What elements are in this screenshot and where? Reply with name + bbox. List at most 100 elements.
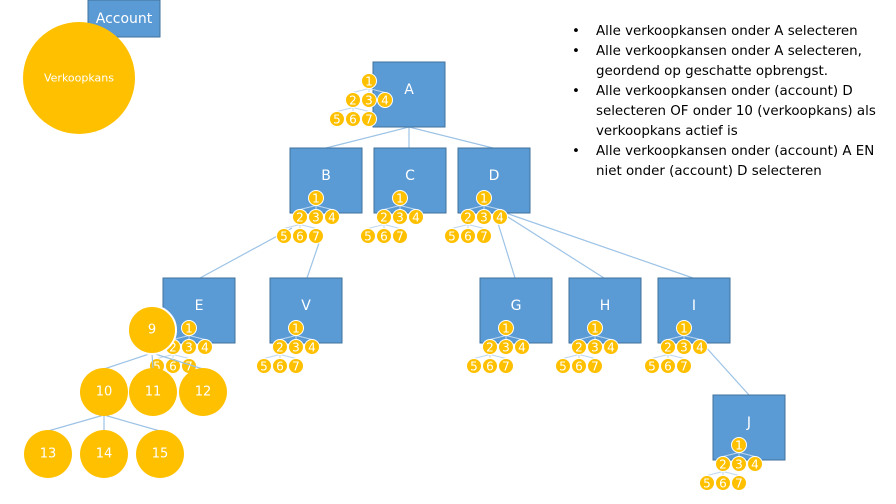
opportunity-edge: [562, 354, 580, 359]
opportunity-label: 3: [292, 341, 300, 355]
opportunity-label: 6: [464, 230, 472, 244]
opportunity-edge: [279, 354, 297, 359]
opportunity-edge-10-15: [103, 414, 161, 432]
opportunity-edge: [489, 354, 507, 359]
opportunity-label: 9: [148, 323, 156, 338]
opportunity-edge-9-10: [103, 352, 153, 370]
opportunity-edge: [299, 224, 317, 229]
opportunity-label: 2: [349, 94, 357, 108]
opportunity-label: 4: [607, 341, 615, 355]
opportunity-edge: [722, 471, 740, 476]
edge-D-G: [496, 219, 516, 279]
account-node-d: D12 3 4 5 6 7: [444, 147, 531, 244]
edge-D-I: [496, 209, 694, 279]
opportunity-label: 6: [486, 360, 494, 374]
account-label: B: [321, 168, 331, 184]
opportunity-label: 10: [96, 385, 113, 400]
opportunity-edge: [651, 354, 669, 359]
opportunity-label: 4: [696, 341, 704, 355]
query-example: Alle verkoopkansen onder A selecteren: [566, 22, 886, 42]
opportunity-label: 4: [381, 94, 389, 108]
account-label: D: [489, 168, 500, 184]
opportunity-edge: [283, 224, 301, 229]
opportunity-label: 2: [296, 211, 304, 225]
opportunity-edge: [172, 354, 190, 359]
opportunity-label: 1: [680, 322, 688, 336]
opportunity-label: 3: [735, 458, 743, 472]
opportunity-label: 6: [169, 360, 177, 374]
edge-D-H: [496, 209, 605, 279]
account-node-h: H12 3 4 5 6 7: [555, 277, 642, 374]
opportunity-edge: [473, 354, 491, 359]
opportunity-label: 4: [518, 341, 526, 355]
opportunity-label: 5: [333, 113, 341, 127]
account-label: I: [692, 298, 696, 314]
opportunity-edge: [578, 354, 596, 359]
opportunity-label: 5: [448, 230, 456, 244]
opportunity-label: 1: [365, 75, 373, 89]
opportunity-edge: [352, 107, 370, 112]
opportunity-label: 2: [464, 211, 472, 225]
opportunity-edge: [352, 88, 370, 93]
opportunity-label: 15: [152, 447, 169, 462]
account-label: V: [301, 298, 311, 314]
opportunity-label: 3: [365, 94, 373, 108]
opportunity-label: 7: [365, 113, 373, 127]
opportunity-label: 13: [40, 447, 57, 462]
opportunity-label: 6: [276, 360, 284, 374]
opportunity-label: 1: [185, 322, 193, 336]
account-label: H: [600, 298, 611, 314]
opportunity-label: 5: [470, 360, 478, 374]
query-example: Alle verkoopkansen onder (account) A EN …: [566, 142, 886, 182]
query-examples-list: Alle verkoopkansen onder A selecteren Al…: [566, 22, 886, 182]
opportunity-edge: [667, 354, 685, 359]
edge-B-V: [306, 242, 320, 279]
opportunity-label: 3: [680, 341, 688, 355]
opportunity-label: 5: [280, 230, 288, 244]
opportunity-label: 3: [591, 341, 599, 355]
opportunity-label: 12: [195, 385, 212, 400]
legend-opportunity-label: Verkoopkans: [44, 72, 114, 85]
opportunity-label: 1: [480, 192, 488, 206]
opportunity-label: 7: [292, 360, 300, 374]
opportunity-edge: [706, 471, 724, 476]
opportunity-label: 2: [380, 211, 388, 225]
opportunity-label: 7: [591, 360, 599, 374]
opportunity-label: 3: [185, 341, 193, 355]
account-label: A: [404, 82, 414, 98]
opportunity-label: 5: [703, 477, 711, 491]
opportunity-edge: [336, 107, 354, 112]
opportunity-label: 7: [396, 230, 404, 244]
query-example: Alle verkoopkansen onder (account) D sel…: [566, 82, 886, 142]
opportunity-label: 7: [502, 360, 510, 374]
opportunity-label: 5: [364, 230, 372, 244]
opportunity-label: 6: [719, 477, 727, 491]
account-node-g: G12 3 4 5 6 7: [466, 277, 553, 374]
opportunity-label: 6: [349, 113, 357, 127]
opportunity-label: 5: [648, 360, 656, 374]
opportunity-label: 7: [680, 360, 688, 374]
opportunity-label: 4: [412, 211, 420, 225]
opportunity-label: 1: [312, 192, 320, 206]
edge-A-B: [325, 126, 410, 149]
opportunity-label: 14: [96, 447, 113, 462]
opportunity-label: 5: [260, 360, 268, 374]
opportunity-label: 11: [145, 385, 162, 400]
account-label: C: [405, 168, 415, 184]
opportunity-edge: [367, 224, 385, 229]
legend: Account Verkoopkans: [23, 0, 161, 134]
account-label: G: [511, 298, 522, 314]
account-node-v: V12 3 4 5 6 7: [256, 277, 343, 374]
opportunity-label: 7: [312, 230, 320, 244]
query-example: Alle verkoopkansen onder A selecteren, g…: [566, 42, 886, 82]
opportunity-label: 3: [312, 211, 320, 225]
opportunity-edge: [451, 224, 469, 229]
opportunity-edge-10-13: [47, 414, 105, 432]
account-label: J: [746, 415, 751, 431]
opportunity-label: 4: [751, 458, 759, 472]
opportunity-edge: [263, 354, 281, 359]
opportunity-label: 6: [296, 230, 304, 244]
opportunity-label: 4: [201, 341, 209, 355]
opportunity-label: 3: [502, 341, 510, 355]
opportunity-label: 3: [396, 211, 404, 225]
